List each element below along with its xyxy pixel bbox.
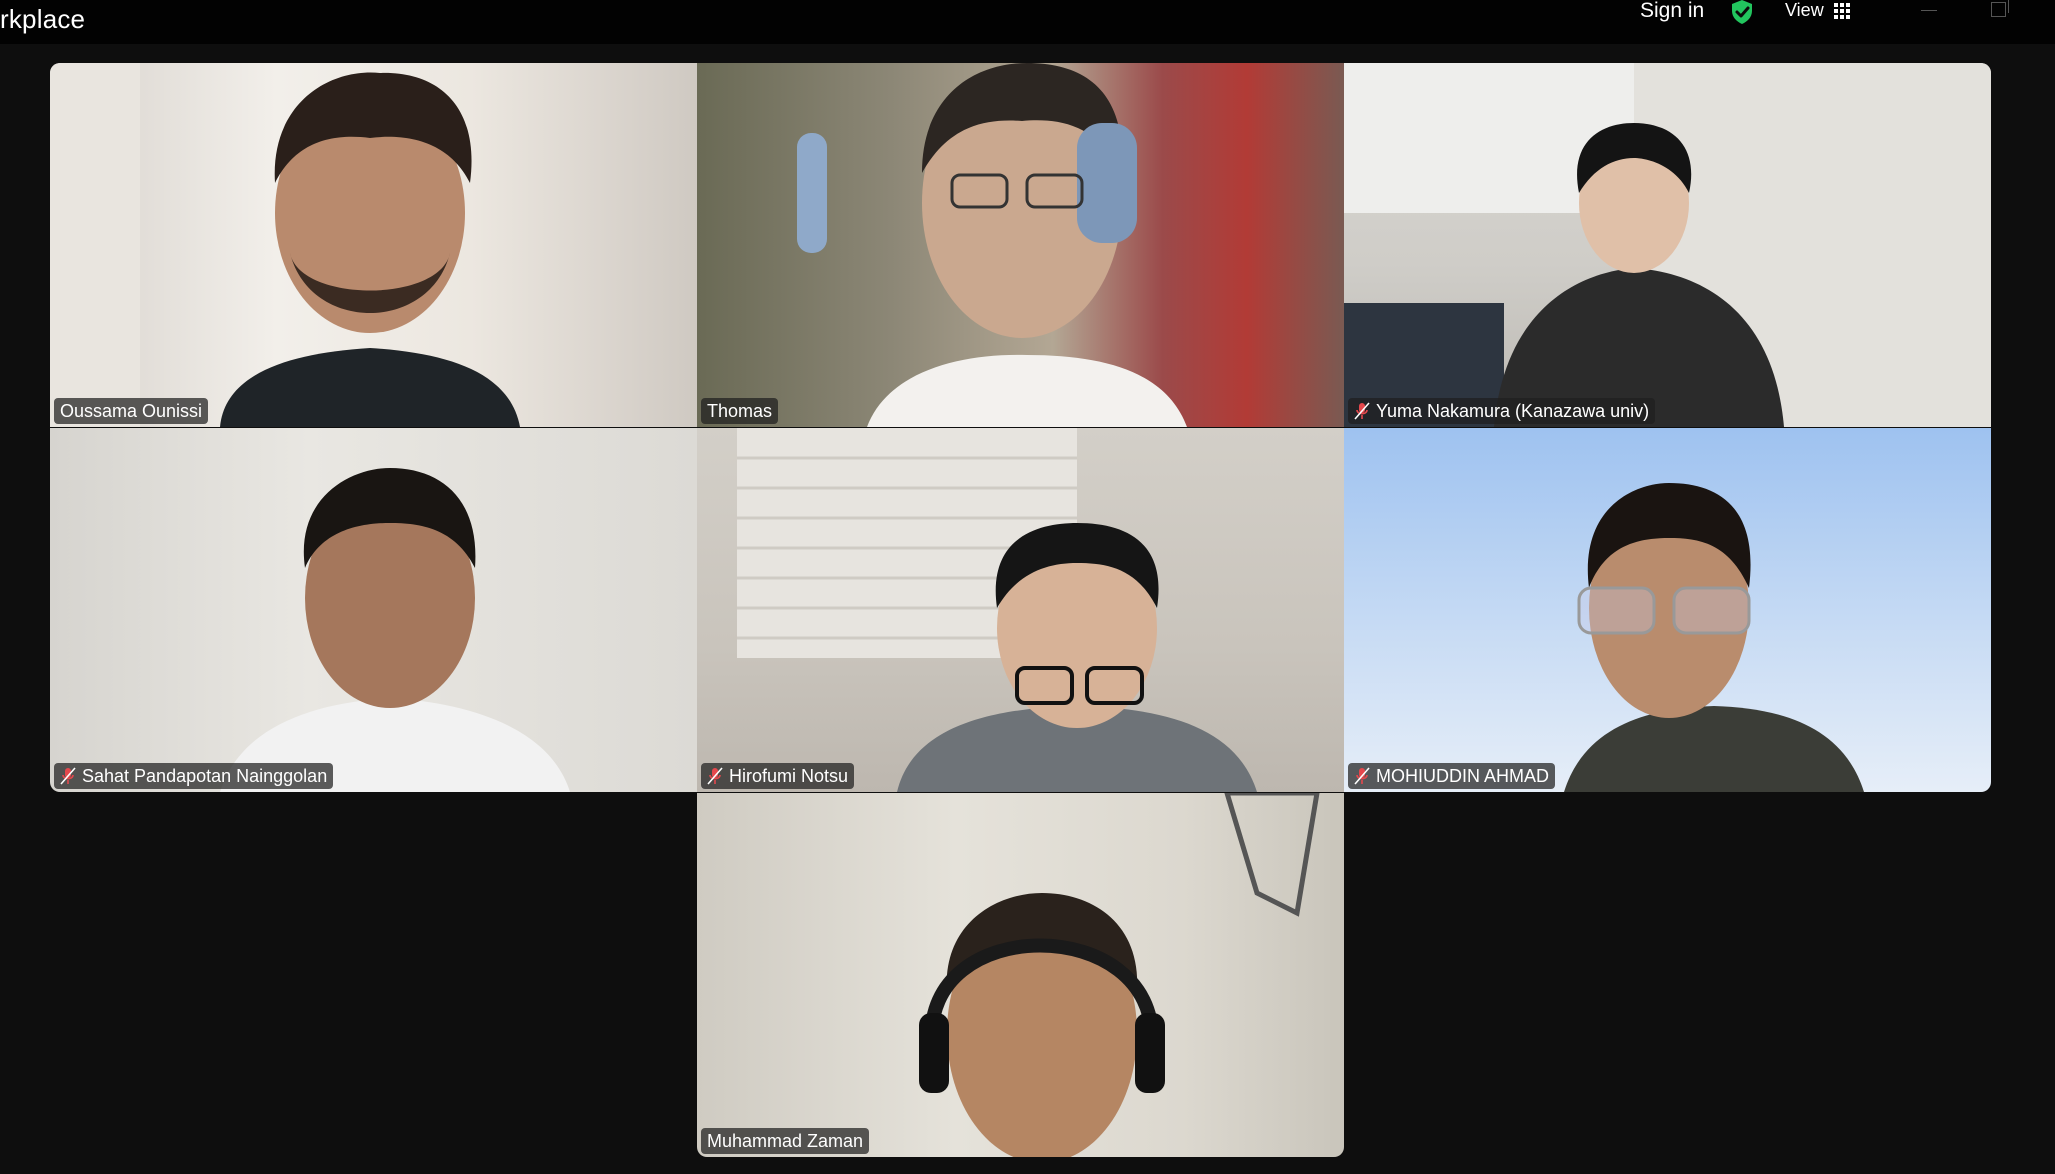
minimize-icon[interactable] [1921,10,1937,11]
mic-muted-icon [1354,767,1370,785]
participant-video [220,468,570,792]
shield-check-icon[interactable] [1729,0,1755,25]
participant-name: MOHIUDDIN AHMAD [1376,765,1550,786]
participant-name: Hirofumi Notsu [729,765,849,786]
participant-video [737,428,1257,792]
participant-name: Sahat Pandapotan Nainggolan [82,765,328,786]
participant-video [797,63,1187,427]
video-tile-active-speaker[interactable]: Thomas [697,63,1344,427]
participant-nameplate: MOHIUDDIN AHMAD [1348,763,1556,789]
participant-name: Muhammad Zaman [707,1130,864,1151]
sign-in-button[interactable]: Sign in [1640,0,1704,23]
participant-video [1564,483,1864,792]
participant-nameplate: Oussama Ounissi [54,398,209,424]
participant-name: Thomas [707,400,773,421]
participant-video [919,793,1320,1157]
grid-icon [1833,2,1850,19]
video-tile[interactable]: Sahat Pandapotan Nainggolan [50,428,697,792]
video-tile[interactable]: Muhammad Zaman [697,793,1344,1157]
video-tile[interactable]: Oussama Ounissi [50,63,697,427]
participant-video [50,63,520,427]
mic-muted-icon [1354,402,1370,420]
participant-name: Yuma Nakamura (Kanazawa univ) [1376,400,1650,421]
view-button[interactable]: View [1785,0,1850,21]
video-tile[interactable]: Yuma Nakamura (Kanazawa univ) [1344,63,1991,427]
participant-nameplate: Sahat Pandapotan Nainggolan [54,763,334,789]
participant-nameplate: Thomas [701,398,779,424]
mic-muted-icon [60,767,76,785]
participant-name: Oussama Ounissi [60,400,203,421]
view-label: View [1785,0,1824,20]
app-title: rkplace [0,4,86,34]
restore-icon[interactable] [1991,0,2009,17]
participant-video [1344,63,1991,427]
video-tile[interactable]: MOHIUDDIN AHMAD [1344,428,1991,792]
participant-nameplate: Hirofumi Notsu [701,763,855,789]
title-bar: rkplace Sign in View [0,0,2055,44]
mic-muted-icon [707,767,723,785]
participant-nameplate: Muhammad Zaman [701,1128,870,1154]
video-tile[interactable]: Hirofumi Notsu [697,428,1344,792]
participant-nameplate: Yuma Nakamura (Kanazawa univ) [1348,398,1656,424]
